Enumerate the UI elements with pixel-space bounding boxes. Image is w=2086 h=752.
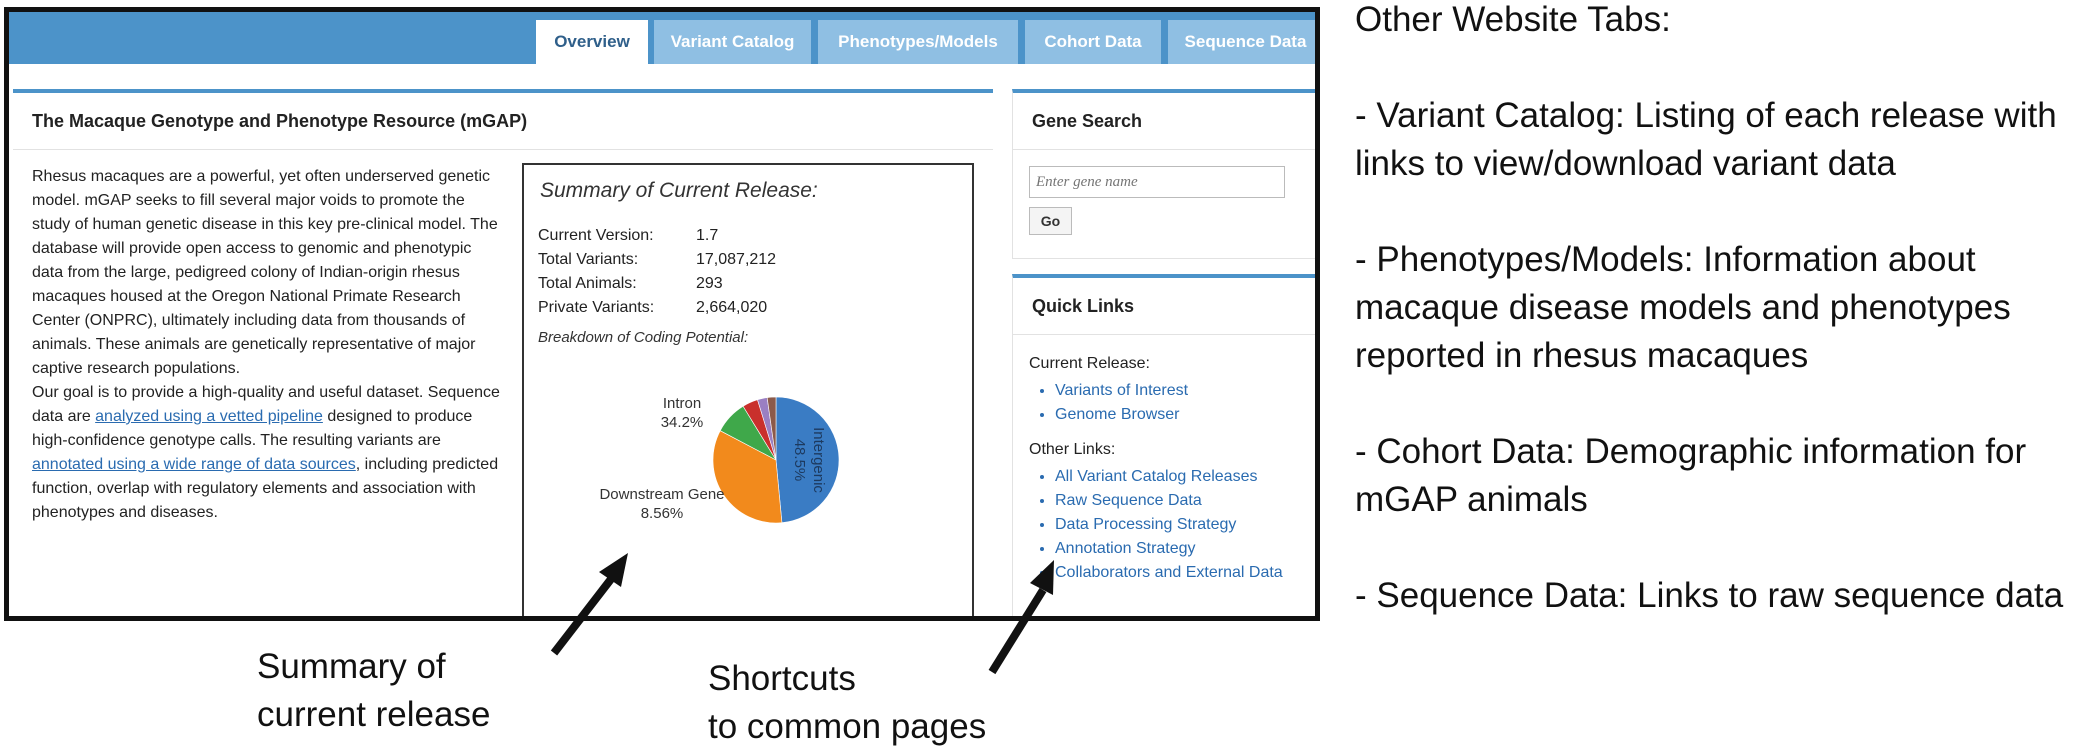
release-summary-box: Summary of Current Release: Current Vers… xyxy=(522,163,974,616)
note-sequence-data: - Sequence Data: Links to raw sequence d… xyxy=(1355,576,2064,615)
current-release-links: Variants of Interest Genome Browser xyxy=(1029,379,1315,427)
link-raw-sequence-data[interactable]: Raw Sequence Data xyxy=(1055,489,1305,513)
other-links-label: Other Links: xyxy=(1029,441,1116,458)
coding-potential-pie-chart xyxy=(712,396,840,524)
note-cohort-data: - Cohort Data: Demographic information f… xyxy=(1355,432,2027,519)
intro-paragraph: Rhesus macaques are a powerful, yet ofte… xyxy=(32,168,498,377)
link-all-variant-catalog-releases[interactable]: All Variant Catalog Releases xyxy=(1055,465,1305,489)
other-links: All Variant Catalog Releases Raw Sequenc… xyxy=(1029,465,1305,585)
tab-cohort-data[interactable]: Cohort Data xyxy=(1025,20,1161,64)
summary-title: Summary of Current Release: xyxy=(540,179,818,202)
go-button[interactable]: Go xyxy=(1029,207,1072,235)
website-screenshot: Overview Variant Catalog Phenotypes/Mode… xyxy=(4,7,1320,621)
quick-links-panel: Quick Links Current Release: Variants of… xyxy=(1012,274,1315,616)
annotation-sources-link[interactable]: annotated using a wide range of data sou… xyxy=(32,456,356,473)
note-phenotypes-models: - Phenotypes/Models: Information about m… xyxy=(1355,240,2011,375)
pipeline-link[interactable]: analyzed using a vetted pipeline xyxy=(95,408,323,425)
link-variants-of-interest[interactable]: Variants of Interest xyxy=(1055,379,1315,403)
link-collaborators-external-data[interactable]: Collaborators and External Data xyxy=(1055,561,1305,585)
gene-search-title: Gene Search xyxy=(1013,93,1315,150)
tab-phenotypes-models[interactable]: Phenotypes/Models xyxy=(818,20,1018,64)
link-annotation-strategy[interactable]: Annotation Strategy xyxy=(1055,537,1305,561)
other-tabs-notes: Other Website Tabs: - Variant Catalog: L… xyxy=(1355,0,2080,668)
current-release-label: Current Release: xyxy=(1029,355,1150,372)
tab-variant-catalog[interactable]: Variant Catalog xyxy=(654,20,811,64)
tab-sequence-data[interactable]: Sequence Data xyxy=(1168,20,1315,64)
link-data-processing-strategy[interactable]: Data Processing Strategy xyxy=(1055,513,1305,537)
overview-description: Rhesus macaques are a powerful, yet ofte… xyxy=(32,165,502,525)
gene-search-panel: Gene Search Go xyxy=(1012,89,1315,259)
breakdown-label: Breakdown of Coding Potential: xyxy=(538,329,749,346)
summary-caption: Summary of current release xyxy=(257,647,491,734)
quick-links-title: Quick Links xyxy=(1013,278,1315,335)
pie-label-intron: Intron 34.2% xyxy=(660,395,704,431)
note-variant-catalog: - Variant Catalog: Listing of each relea… xyxy=(1355,96,2057,183)
stat-total-animals: Total Animals: 293 xyxy=(538,275,723,292)
stat-total-variants: Total Variants: 17,087,212 xyxy=(538,251,777,268)
pie-label-downstream-gene: Downstream Gene 8.56% xyxy=(599,486,725,522)
top-navbar: Overview Variant Catalog Phenotypes/Mode… xyxy=(9,12,1315,64)
stat-private-variants: Private Variants: 2,664,020 xyxy=(538,299,768,316)
stat-current-version: Current Version: 1.7 xyxy=(538,227,719,244)
pie-label-intergenic: Intergenic 48.5% xyxy=(791,427,827,493)
notes-title: Other Website Tabs: xyxy=(1355,0,1671,39)
tab-overview[interactable]: Overview xyxy=(536,20,648,64)
gene-search-input[interactable] xyxy=(1029,166,1285,198)
shortcuts-caption: Shortcuts to common pages xyxy=(708,659,987,746)
link-genome-browser[interactable]: Genome Browser xyxy=(1055,403,1315,427)
page-title: The Macaque Genotype and Phenotype Resou… xyxy=(13,93,993,150)
